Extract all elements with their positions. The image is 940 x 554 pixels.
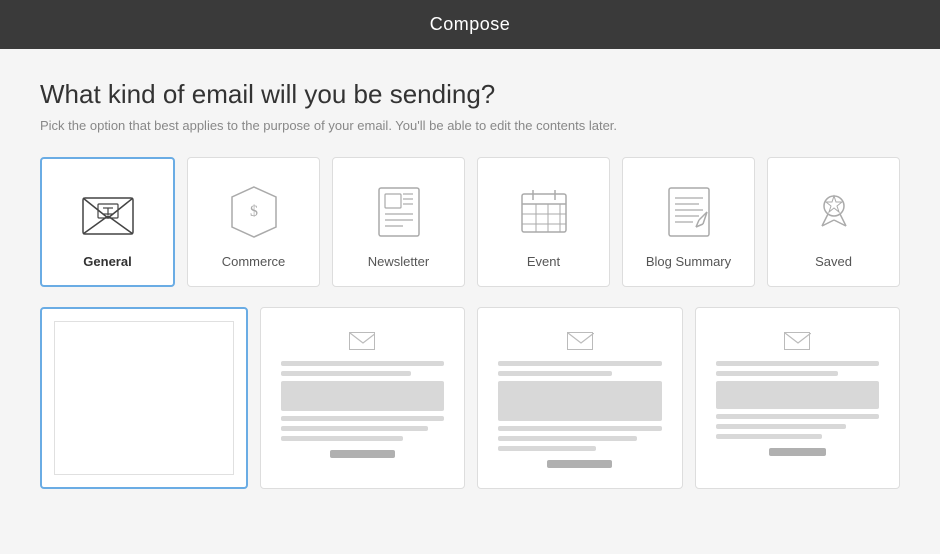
newsletter-label: Newsletter: [368, 254, 429, 269]
commerce-label: Commerce: [222, 254, 286, 269]
header-title: Compose: [430, 14, 511, 34]
general-label: General: [83, 254, 131, 269]
template-card-blank[interactable]: [40, 307, 248, 489]
page-subtitle: Pick the option that best applies to the…: [40, 118, 900, 133]
template-selector: [40, 307, 900, 489]
page-title: What kind of email will you be sending?: [40, 79, 900, 110]
saved-icon: [802, 180, 866, 244]
saved-label: Saved: [815, 254, 852, 269]
type-card-general[interactable]: General: [40, 157, 175, 287]
svg-text:$: $: [250, 203, 258, 220]
blog-summary-icon: [657, 180, 721, 244]
type-card-commerce[interactable]: $ Commerce: [187, 157, 320, 287]
general-icon: [76, 180, 140, 244]
type-selector: General $ Commerce: [40, 157, 900, 287]
commerce-icon: $: [222, 180, 286, 244]
type-card-saved[interactable]: Saved: [767, 157, 900, 287]
app-header: Compose: [0, 0, 940, 49]
template-card-3[interactable]: [695, 307, 901, 489]
event-icon: [512, 180, 576, 244]
blog-summary-label: Blog Summary: [646, 254, 731, 269]
event-label: Event: [527, 254, 560, 269]
newsletter-icon: [367, 180, 431, 244]
type-card-event[interactable]: Event: [477, 157, 610, 287]
template-card-2[interactable]: [477, 307, 683, 489]
main-content: What kind of email will you be sending? …: [0, 49, 940, 509]
type-card-newsletter[interactable]: Newsletter: [332, 157, 465, 287]
type-card-blog-summary[interactable]: Blog Summary: [622, 157, 755, 287]
template-card-1[interactable]: [260, 307, 466, 489]
